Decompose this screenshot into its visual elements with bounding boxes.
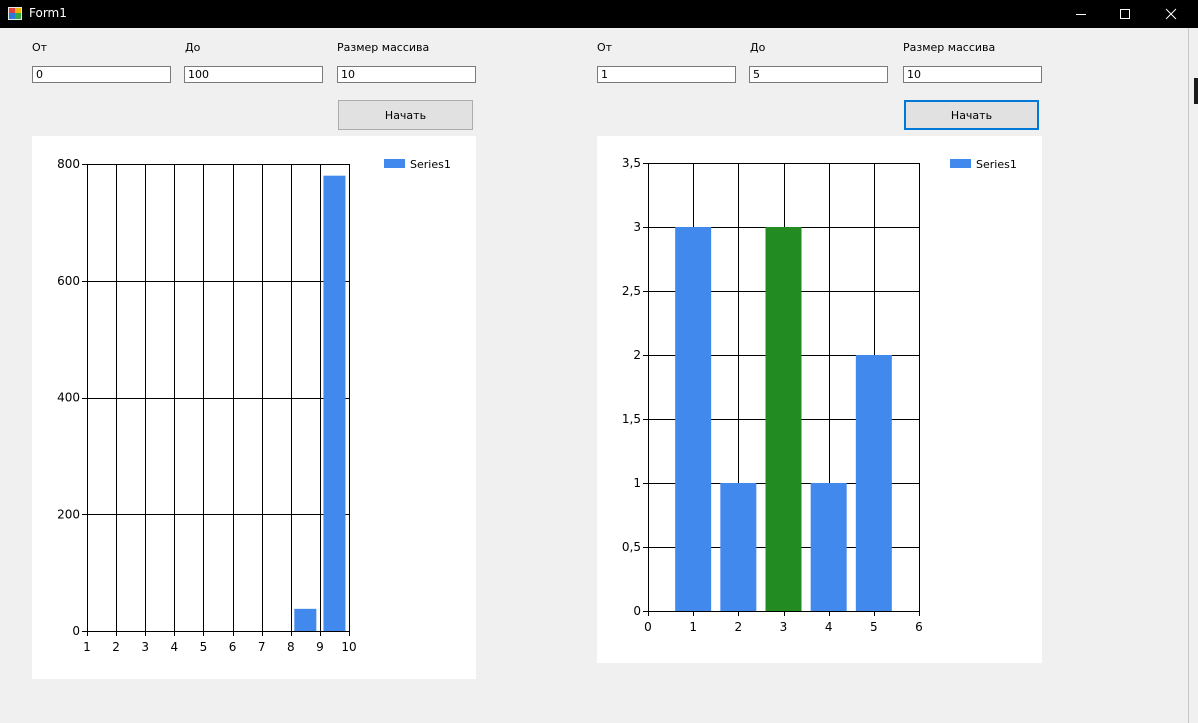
left-size-input[interactable] [337, 66, 476, 83]
left-xtick-label-3: 4 [171, 640, 179, 654]
maximize-button[interactable] [1102, 0, 1148, 28]
left-chart: 0 200 400 600 800 1 2 3 4 5 6 7 8 9 10 Series1 [32, 136, 476, 679]
right-bar-2 [720, 483, 757, 611]
right-to-label: До [750, 41, 766, 54]
left-xtick-label-8: 9 [316, 640, 324, 654]
window-title: Form1 [29, 6, 67, 20]
minimize-icon [1076, 14, 1086, 15]
right-xtick-label-6: 6 [915, 620, 923, 634]
right-legend-swatch [950, 159, 971, 168]
right-ytick-label-0: 0 [633, 604, 641, 618]
right-ytick-label-5: 2,5 [622, 284, 641, 298]
right-bar-1 [675, 227, 712, 611]
right-start-button-label: Начать [950, 108, 993, 122]
left-xtick-label-0: 1 [83, 640, 91, 654]
right-chart: 0 0,5 1 1,5 2 2,5 3 3,5 0 1 2 3 4 5 6 Series1 [597, 136, 1042, 663]
left-ytick-label-0: 0 [72, 624, 80, 638]
right-start-button[interactable]: Начать [904, 100, 1039, 130]
right-size-input[interactable] [903, 66, 1042, 83]
left-bar-9 [323, 175, 346, 632]
minimize-button[interactable] [1058, 0, 1104, 28]
close-button[interactable] [1148, 0, 1194, 28]
right-ytick-label-2: 1 [633, 476, 641, 490]
maximize-icon [1120, 9, 1130, 19]
right-from-input[interactable] [597, 66, 736, 83]
left-ytick-label-1: 200 [57, 507, 80, 521]
left-chart-svg: 0 200 400 600 800 1 2 3 4 5 6 7 8 9 10 Series1 [57, 157, 451, 654]
left-to-input[interactable] [184, 66, 323, 83]
right-xtick-label-3: 3 [780, 620, 788, 634]
right-xtick-label-4: 4 [825, 620, 833, 634]
right-ytick-label-4: 2 [633, 348, 641, 362]
window-border [1188, 28, 1189, 723]
right-from-label: От [597, 41, 613, 54]
right-xtick-label-1: 1 [689, 620, 697, 634]
close-icon [1165, 8, 1177, 20]
right-bar-5 [855, 355, 892, 611]
left-xtick-label-9: 10 [341, 640, 356, 654]
right-ytick-label-7: 3,5 [622, 156, 641, 170]
left-xtick-label-7: 8 [287, 640, 295, 654]
right-to-input[interactable] [749, 66, 888, 83]
right-xtick-label-2: 2 [735, 620, 743, 634]
right-bar-3 [765, 227, 802, 611]
right-xtick-label-0: 0 [644, 620, 652, 634]
left-legend-label: Series1 [410, 158, 451, 171]
left-from-input[interactable] [32, 66, 171, 83]
left-size-label: Размер массива [337, 41, 430, 54]
right-chart-svg: 0 0,5 1 1,5 2 2,5 3 3,5 0 1 2 3 4 5 6 Series1 [622, 156, 1017, 634]
left-xtick-label-2: 3 [141, 640, 149, 654]
left-ytick-label-4: 800 [57, 157, 80, 171]
right-ytick-label-6: 3 [633, 220, 641, 234]
left-ytick-label-3: 600 [57, 274, 80, 288]
left-xtick-label-4: 5 [200, 640, 208, 654]
right-legend-label: Series1 [976, 158, 1017, 171]
right-ytick-label-1: 0,5 [622, 540, 641, 554]
right-size-label: Размер массива [903, 41, 996, 54]
title-bar: Form1 [0, 0, 1198, 28]
right-bar-4 [810, 483, 847, 611]
left-ytick-label-2: 400 [57, 391, 80, 405]
left-to-label: До [185, 41, 201, 54]
left-start-button-label: Начать [384, 108, 427, 122]
left-legend-swatch [384, 159, 405, 168]
right-ytick-label-3: 1,5 [622, 412, 641, 426]
window-edge [1194, 78, 1198, 104]
left-xtick-label-1: 2 [112, 640, 120, 654]
left-bar-8 [294, 608, 317, 631]
left-xtick-label-5: 6 [229, 640, 237, 654]
right-xtick-label-5: 5 [870, 620, 878, 634]
left-from-label: От [32, 41, 48, 54]
left-xtick-label-6: 7 [258, 640, 266, 654]
app-icon [8, 7, 22, 20]
left-start-button[interactable]: Начать [338, 100, 473, 130]
